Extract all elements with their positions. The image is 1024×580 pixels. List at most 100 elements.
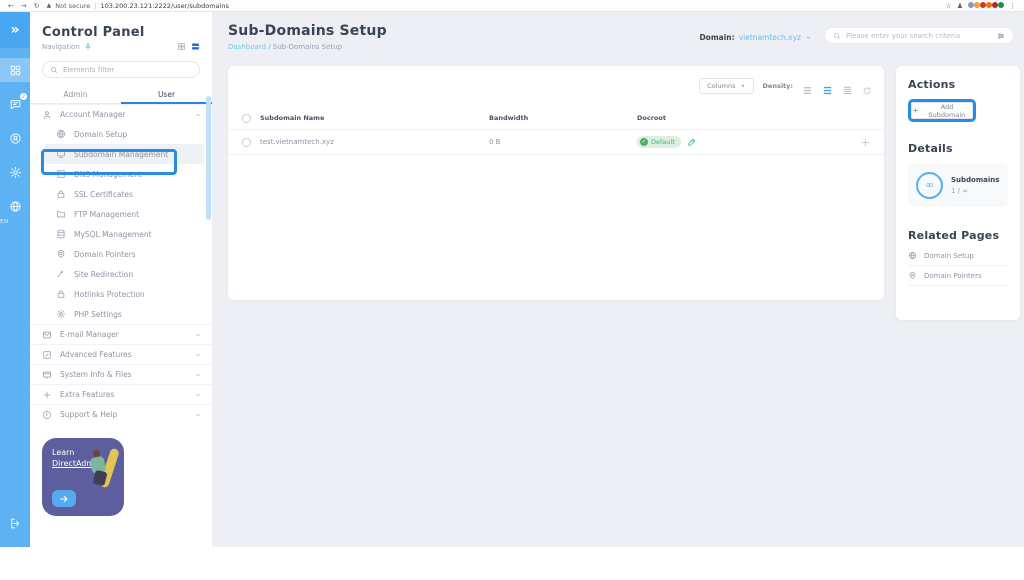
learn-arrow-button[interactable]: [52, 490, 76, 507]
sidebar-item-label: DNS Management: [74, 170, 142, 179]
tab-admin[interactable]: Admin: [30, 86, 121, 103]
reseller-icon: [9, 132, 22, 145]
icon-rail: » 2 EN: [0, 12, 30, 547]
sidebar-item-subdomain-management[interactable]: Subdomain Management: [44, 144, 204, 164]
lock-icon: [56, 189, 66, 199]
sidebar-item-support-help[interactable]: Support & Help: [30, 404, 212, 424]
usage-value: 1 / ∞: [951, 187, 999, 195]
add-subdomain-label: Add Subdomain: [922, 103, 972, 119]
sidebar-tabs: AdminUser: [30, 86, 212, 104]
sidebar-item-ftp-management[interactable]: FTP Management: [30, 204, 212, 224]
density-label: Density:: [763, 82, 793, 90]
bandwidth-cell: 0 B: [489, 138, 500, 146]
gear-icon: [9, 166, 22, 179]
density-compact-icon[interactable]: [842, 81, 853, 92]
density-default-icon[interactable]: [822, 81, 833, 92]
density-comfort-icon[interactable]: [802, 81, 813, 92]
sidebar-item-label: Domain Setup: [74, 130, 127, 139]
tab-user[interactable]: User: [121, 86, 212, 103]
related-link-domain-setup[interactable]: Domain Setup: [908, 246, 1008, 266]
table-row: test.vietnamtech.xyz0 B✓Default+: [228, 129, 884, 155]
annotation-highlight-add-subdomain: Add Subdomain: [908, 99, 976, 122]
learn-label: Learn: [52, 448, 114, 457]
select-all-checkbox[interactable]: [242, 114, 251, 123]
dashboard-icon[interactable]: [0, 58, 30, 82]
columns-button[interactable]: Columns: [699, 78, 753, 94]
sidebar-item-ssl-certificates[interactable]: SSL Certificates: [30, 184, 212, 204]
bookmark-star-icon[interactable]: ☆: [945, 2, 951, 10]
list-view-icon[interactable]: [191, 42, 200, 51]
not-secure-icon: ▲: [47, 2, 52, 9]
sidebar-item-label: Advanced Features: [60, 350, 132, 359]
sidebar-item-e-mail-manager[interactable]: E-mail Manager: [30, 324, 212, 344]
sidebar-item-advanced-features[interactable]: Advanced Features: [30, 344, 212, 364]
lock-icon: [56, 289, 66, 299]
sidebar-item-account-manager[interactable]: Account Manager: [30, 104, 212, 124]
domain-label: Domain:: [699, 33, 734, 42]
learn-directadmin-card[interactable]: Learn DirectAdmin: [42, 438, 124, 516]
address-bar[interactable]: ▲ Not secure | 103.200.23.121:2222/user/…: [47, 2, 939, 10]
sidebar-item-extra-features[interactable]: Extra Features: [30, 384, 212, 404]
browser-menu-icon[interactable]: ⋮: [1009, 2, 1016, 10]
table-toolbar: Columns Density:: [699, 78, 872, 94]
search-box[interactable]: [824, 27, 1014, 44]
sidebar-item-label: Account Manager: [60, 110, 126, 119]
directadmin-logo[interactable]: »: [0, 12, 30, 48]
sidebar-scrollbar-thumb[interactable]: [206, 96, 211, 220]
chevron-down-icon: [194, 331, 202, 339]
elements-filter[interactable]: [42, 61, 200, 78]
related-link-label: Domain Setup: [924, 252, 974, 260]
chevron-down-icon: [740, 83, 746, 89]
sidebar-item-mysql-management[interactable]: MySQL Management: [30, 224, 212, 244]
subdomains-table-card: Columns Density: Subdomain Name Bandwidt…: [228, 66, 884, 300]
reseller-icon[interactable]: [0, 126, 30, 150]
expand-row-icon[interactable]: +: [861, 137, 870, 148]
back-icon[interactable]: ←: [8, 2, 14, 10]
sidebar-item-label: Domain Pointers: [74, 250, 136, 259]
search-input[interactable]: [846, 32, 992, 40]
domain-selector[interactable]: Domain: vietnamtech.xyz: [699, 33, 812, 42]
illustration-person-head: [93, 450, 100, 457]
extension-icon[interactable]: [998, 2, 1004, 8]
sidebar-item-domain-pointers[interactable]: Domain Pointers: [30, 244, 212, 264]
sidebar-item-label: Support & Help: [60, 410, 117, 419]
docroot-cell: ✓Default: [637, 136, 697, 148]
sidebar-item-dns-management[interactable]: DNS Management: [30, 164, 212, 184]
forward-icon[interactable]: →: [21, 2, 27, 10]
language-icon[interactable]: [0, 194, 30, 218]
domain-value[interactable]: vietnamtech.xyz: [739, 33, 801, 42]
messages-icon[interactable]: 2: [0, 92, 30, 116]
sidebar-item-domain-setup[interactable]: Domain Setup: [30, 124, 212, 144]
add-subdomain-button[interactable]: Add Subdomain: [911, 102, 973, 119]
breadcrumb-dashboard-link[interactable]: Dashboard: [228, 43, 266, 51]
related-pages-title: Related Pages: [908, 229, 1008, 242]
sidebar-item-site-redirection[interactable]: Site Redirection: [30, 264, 212, 284]
reload-icon[interactable]: ↻: [34, 2, 40, 10]
column-header-subdomain[interactable]: Subdomain Name: [260, 114, 324, 122]
breadcrumb: Dashboard / Sub-Domains Setup: [228, 43, 342, 51]
sidebar-item-system-info-files[interactable]: System Info & Files: [30, 364, 212, 384]
language-label: EN: [0, 219, 30, 225]
globe-icon: [56, 129, 66, 139]
refresh-icon[interactable]: [862, 81, 872, 91]
column-header-docroot[interactable]: Docroot: [637, 114, 666, 122]
subdomains-usage: ∞ Subdomains 1 / ∞: [908, 164, 1008, 207]
profile-icon[interactable]: ♟: [957, 2, 963, 10]
logout-icon[interactable]: [0, 511, 30, 535]
actions-title: Actions: [908, 78, 1008, 91]
sidebar-item-hotlinks-protection[interactable]: Hotlinks Protection: [30, 284, 212, 304]
row-checkbox[interactable]: [242, 138, 251, 147]
column-header-bandwidth[interactable]: Bandwidth: [489, 114, 528, 122]
sidebar-menu: Account Manager Domain Setup Subdomain Man…: [30, 104, 212, 424]
grid-view-icon[interactable]: [177, 42, 186, 51]
main-area: Sub-Domains Setup Dashboard / Sub-Domain…: [212, 12, 1024, 547]
monitor-icon: [56, 149, 66, 159]
settings-icon[interactable]: [0, 160, 30, 184]
edit-docroot-icon[interactable]: [687, 137, 697, 147]
pin-icon[interactable]: [84, 43, 92, 51]
elements-filter-input[interactable]: [63, 66, 192, 74]
sidebar-item-php-settings[interactable]: PHP Settings: [30, 304, 212, 324]
filter-sliders-icon[interactable]: [997, 32, 1005, 40]
url-text: 103.200.23.121:2222/user/subdomains: [101, 2, 229, 10]
related-link-domain-pointers[interactable]: Domain Pointers: [908, 266, 1008, 286]
